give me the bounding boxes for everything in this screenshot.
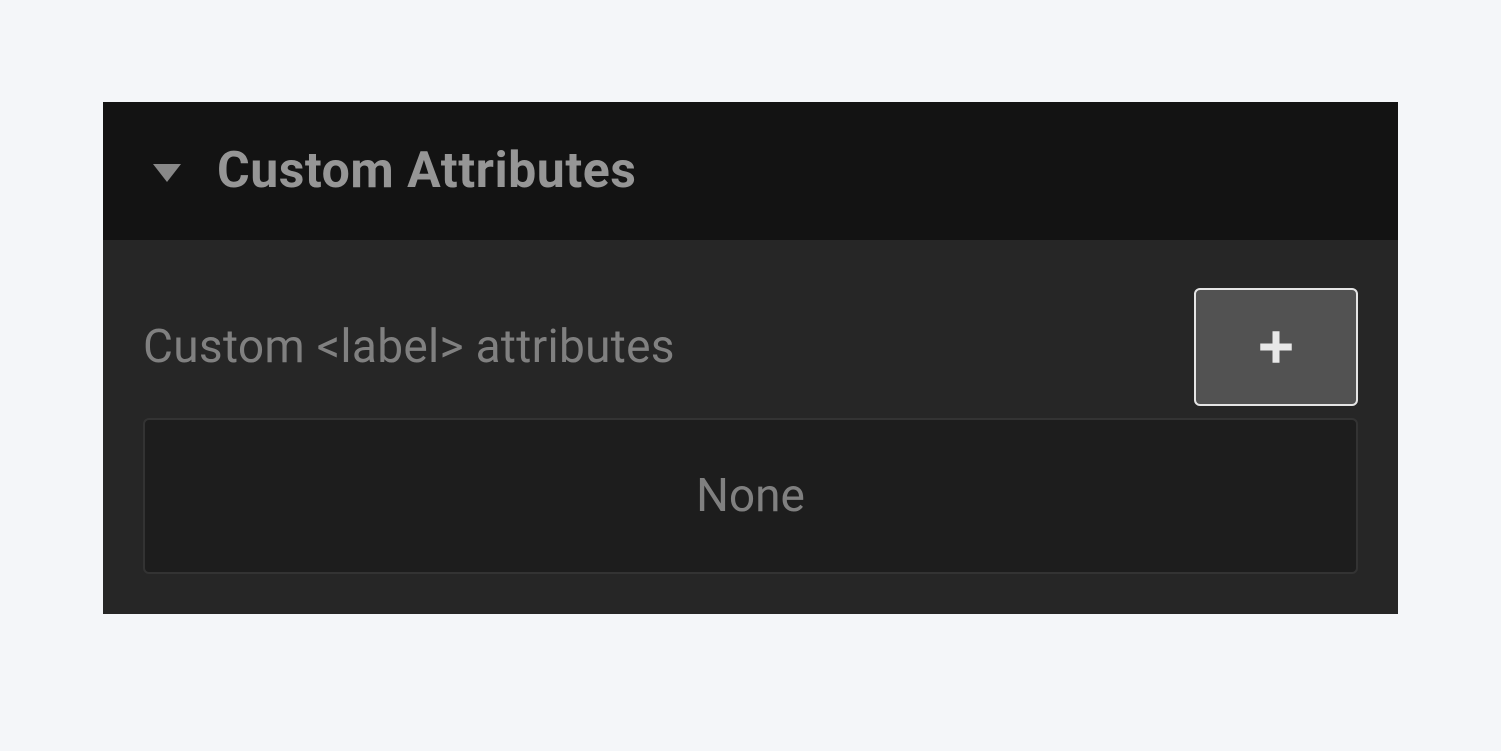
- panel-header[interactable]: Custom Attributes: [103, 102, 1398, 240]
- attributes-empty-box: None: [143, 418, 1358, 574]
- add-attribute-button[interactable]: [1194, 288, 1358, 406]
- custom-attributes-panel: Custom Attributes Custom <label> attribu…: [103, 102, 1398, 614]
- attributes-row: Custom <label> attributes: [143, 288, 1358, 406]
- panel-title: Custom Attributes: [217, 142, 636, 200]
- empty-state-text: None: [696, 469, 805, 523]
- panel-body: Custom <label> attributes None: [103, 240, 1398, 614]
- plus-icon: [1255, 326, 1297, 368]
- disclosure-triangle-icon: [153, 164, 181, 182]
- row-label: Custom <label> attributes: [143, 320, 675, 374]
